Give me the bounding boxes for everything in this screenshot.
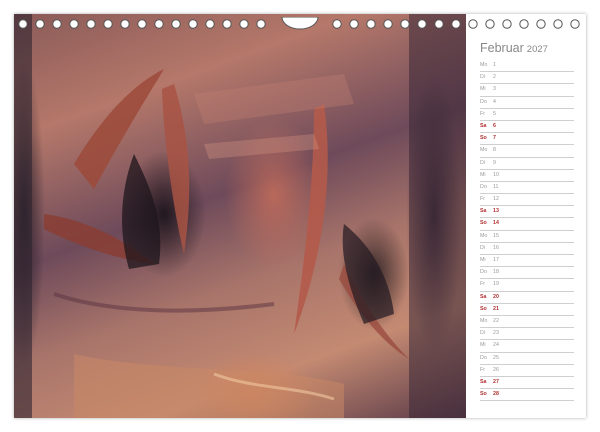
weekday-label: Mi	[480, 257, 486, 263]
weekday-label: Do	[480, 354, 487, 361]
day-row: Di 9	[480, 158, 574, 170]
day-row: Di 2	[480, 72, 574, 85]
month-name: Februar	[480, 41, 524, 55]
day-row: Do 11	[480, 182, 574, 195]
day-number: 9	[493, 159, 496, 166]
weekday-label: Mi	[480, 342, 486, 349]
day-row: Sa 27	[480, 377, 574, 390]
weekday-label: Di	[480, 330, 486, 337]
day-number: 18	[493, 269, 499, 276]
day-number: 16	[493, 244, 499, 251]
day-row: Sa 6	[480, 121, 574, 134]
weekday-label: Mo	[480, 232, 488, 239]
day-row: Fr 19	[480, 279, 574, 292]
day-number: 4	[493, 98, 496, 105]
weekday-label: Mi	[480, 171, 486, 178]
weekday-label: Do	[480, 183, 487, 190]
day-row: Mi 17	[480, 255, 574, 268]
day-number: 3	[493, 86, 496, 93]
weekday-label: Mo	[480, 317, 488, 324]
day-row: Sa 20	[480, 292, 574, 304]
weekday-label: Sa	[480, 378, 487, 385]
weekday-label: So	[480, 135, 487, 142]
day-row: Mo 1	[480, 60, 574, 73]
day-number: 25	[493, 354, 499, 361]
day-number: 22	[493, 317, 499, 324]
weekday-label: Fr	[480, 196, 485, 203]
day-number: 13	[493, 208, 499, 215]
weekday-label: Mo	[480, 147, 488, 154]
day-row: Mo 22	[480, 316, 574, 329]
day-number: 24	[493, 342, 499, 349]
day-row: Do 4	[480, 97, 574, 109]
weekday-label: Mi	[480, 86, 486, 93]
month-title: Februar 2027	[480, 41, 548, 55]
weekday-label: So	[480, 220, 487, 227]
bark-photo	[14, 14, 466, 418]
day-row: Mo 8	[480, 145, 574, 158]
day-row: Sa 13	[480, 206, 574, 219]
day-number: 11	[493, 183, 499, 190]
day-number: 8	[493, 147, 496, 154]
day-row: Mi 10	[480, 170, 574, 182]
day-number: 1	[493, 62, 496, 68]
calendar-panel: Februar 2027 Mo 1 Di 2 Mi 3 Do 4 Fr 5 Sa 6 So 7 Mo 8 Di 9 M…	[466, 14, 586, 418]
weekday-label: Di	[480, 244, 486, 251]
day-number: 10	[493, 171, 499, 178]
weekday-label: Mo	[480, 62, 488, 68]
weekday-label: So	[480, 305, 487, 312]
day-row: Di 23	[480, 328, 574, 341]
day-row: Di 16	[480, 243, 574, 255]
weekday-label: Fr	[480, 281, 485, 288]
day-number: 20	[493, 293, 499, 300]
day-number: 21	[493, 305, 499, 312]
weekday-label: Sa	[480, 122, 487, 129]
day-number: 12	[493, 196, 499, 203]
day-number: 23	[493, 330, 499, 337]
day-row: Fr 5	[480, 109, 574, 121]
weekday-label: Sa	[480, 293, 487, 300]
day-number: 19	[493, 281, 499, 288]
day-row: Do 25	[480, 353, 574, 365]
day-number: 15	[493, 232, 499, 239]
day-number: 6	[493, 122, 496, 129]
day-number: 5	[493, 110, 496, 117]
weekday-label: Sa	[480, 208, 487, 215]
day-number: 7	[493, 135, 496, 142]
day-number: 2	[493, 74, 496, 81]
day-row: Do 18	[480, 267, 574, 280]
day-number: 17	[493, 257, 499, 263]
day-row: Fr 12	[480, 194, 574, 207]
day-row: So 14	[480, 218, 574, 231]
weekday-label: Do	[480, 269, 487, 276]
weekday-label: So	[480, 391, 487, 398]
day-row: So 7	[480, 133, 574, 146]
day-row: Mi 3	[480, 84, 574, 97]
weekday-label: Di	[480, 159, 486, 166]
day-number: 26	[493, 366, 499, 373]
weekday-label: Do	[480, 98, 487, 105]
day-number: 14	[493, 220, 499, 227]
day-row: So 28	[480, 389, 574, 402]
day-row: So 21	[480, 304, 574, 316]
bark-texture	[14, 14, 466, 418]
day-row: Mo 15	[480, 231, 574, 243]
day-list: Mo 1 Di 2 Mi 3 Do 4 Fr 5 Sa 6 So 7 Mo 8 Di 9 Mi 10 Do 11 Fr 12 S…	[480, 60, 574, 402]
day-number: 28	[493, 391, 499, 398]
year-label: 2027	[526, 44, 548, 55]
weekday-label: Di	[480, 74, 486, 81]
day-row: Fr 26	[480, 365, 574, 377]
day-row: Mi 24	[480, 340, 574, 353]
weekday-label: Fr	[480, 366, 485, 373]
day-number: 27	[493, 378, 499, 385]
weekday-label: Fr	[480, 110, 485, 117]
